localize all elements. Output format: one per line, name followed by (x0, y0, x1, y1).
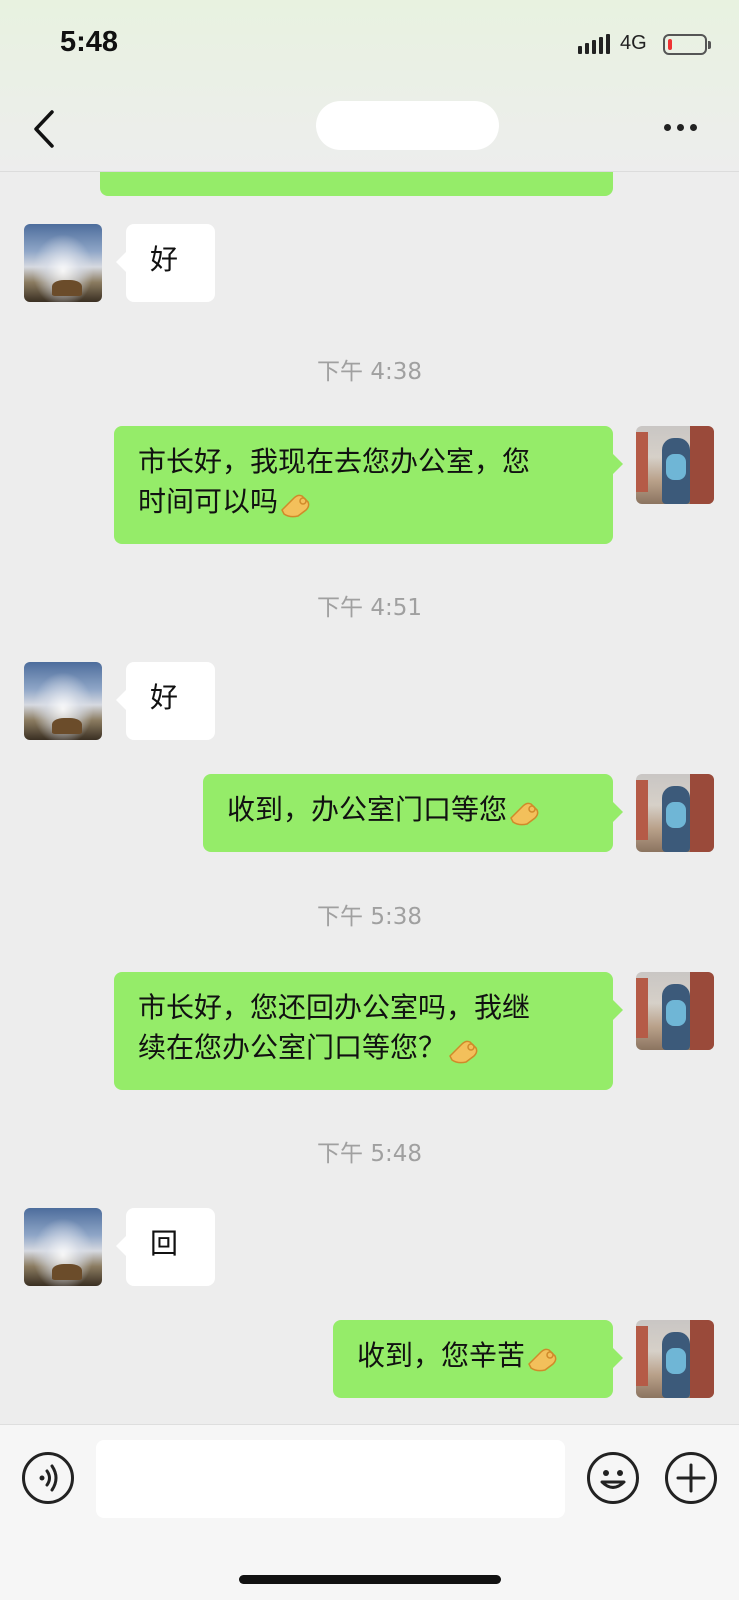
plus-icon (676, 1463, 706, 1493)
my-avatar[interactable] (636, 972, 714, 1050)
more-dot (677, 124, 684, 131)
my-avatar[interactable] (636, 1320, 714, 1398)
avatar-detail (690, 426, 714, 504)
contact-avatar[interactable] (24, 662, 102, 740)
timestamp: 下午 5:38 (317, 904, 422, 930)
message-text: 收到，办公室门口等您 (227, 793, 508, 826)
avatar-detail (690, 972, 714, 1050)
incoming-message[interactable]: 回 (116, 1208, 215, 1286)
my-avatar[interactable] (636, 774, 714, 852)
message-text-line: 续在您办公室门口等您？ (138, 1031, 447, 1064)
outgoing-message[interactable]: 收到，办公室门口等您 (203, 774, 623, 852)
avatar-detail (666, 802, 686, 828)
ok-hand-emoji (510, 802, 539, 826)
ok-hand-emoji (528, 1348, 557, 1372)
message-text-line: 市长好，我现在去您办公室，您 (138, 445, 531, 478)
back-button[interactable] (30, 108, 66, 150)
battery-level (668, 39, 672, 50)
battery-icon (663, 34, 711, 55)
home-indicator[interactable] (239, 1575, 501, 1584)
message-text: 好 (150, 681, 179, 714)
input-bar (0, 1424, 739, 1600)
voice-button[interactable] (22, 1452, 74, 1504)
message-input[interactable] (96, 1440, 565, 1518)
avatar-detail (666, 454, 686, 480)
message-text-line: 市长好，您还回办公室吗，我继 (138, 991, 531, 1024)
status-time: 5:48 (60, 26, 119, 58)
avatar-detail (636, 780, 648, 840)
previous-message-bubble[interactable] (100, 172, 613, 196)
avatar-detail (636, 432, 648, 492)
message-text-line: 时间可以吗 (138, 485, 279, 518)
ok-hand-emoji (281, 494, 310, 518)
message-text: 好 (150, 243, 179, 276)
top-bar: 5:48 4G (0, 0, 739, 172)
avatar-detail (690, 774, 714, 852)
chat-title-redacted (316, 101, 499, 150)
contact-avatar[interactable] (24, 224, 102, 302)
timestamp: 下午 4:38 (317, 359, 422, 385)
avatar-detail (690, 1320, 714, 1398)
avatar-detail (666, 1348, 686, 1374)
more-dots-icon (664, 124, 671, 131)
outgoing-message[interactable]: 收到，您辛苦 (333, 1320, 623, 1398)
message-text: 收到，您辛苦 (357, 1339, 526, 1372)
ok-hand-emoji (449, 1040, 478, 1064)
incoming-message[interactable]: 好 (116, 662, 215, 740)
avatar-detail (636, 1326, 648, 1386)
contact-avatar[interactable] (24, 1208, 102, 1286)
message-text: 回 (150, 1227, 179, 1260)
outgoing-message[interactable]: 市长好，我现在去您办公室，您 时间可以吗 (114, 426, 623, 544)
signal-icon (578, 34, 610, 54)
avatar-detail (636, 978, 648, 1038)
incoming-message[interactable]: 好 (116, 224, 215, 302)
my-avatar[interactable] (636, 426, 714, 504)
voice-icon (39, 1464, 58, 1492)
outgoing-message[interactable]: 市长好，您还回办公室吗，我继 续在您办公室门口等您？ (114, 972, 623, 1090)
more-button[interactable] (664, 124, 697, 131)
chevron-left-icon (34, 110, 54, 148)
timestamp: 下午 4:51 (317, 595, 422, 621)
timestamp: 下午 5:48 (317, 1141, 422, 1167)
smiley-icon (600, 1470, 626, 1489)
emoji-button[interactable] (587, 1452, 639, 1504)
more-dot (690, 124, 697, 131)
plus-button[interactable] (665, 1452, 717, 1504)
network-label: 4G (620, 32, 647, 54)
chat-area[interactable]: 好 下午 4:38 市长好，我现在去您办公室，您 时间可以吗 下午 4:51 好… (0, 172, 739, 1424)
avatar-detail (666, 1000, 686, 1026)
